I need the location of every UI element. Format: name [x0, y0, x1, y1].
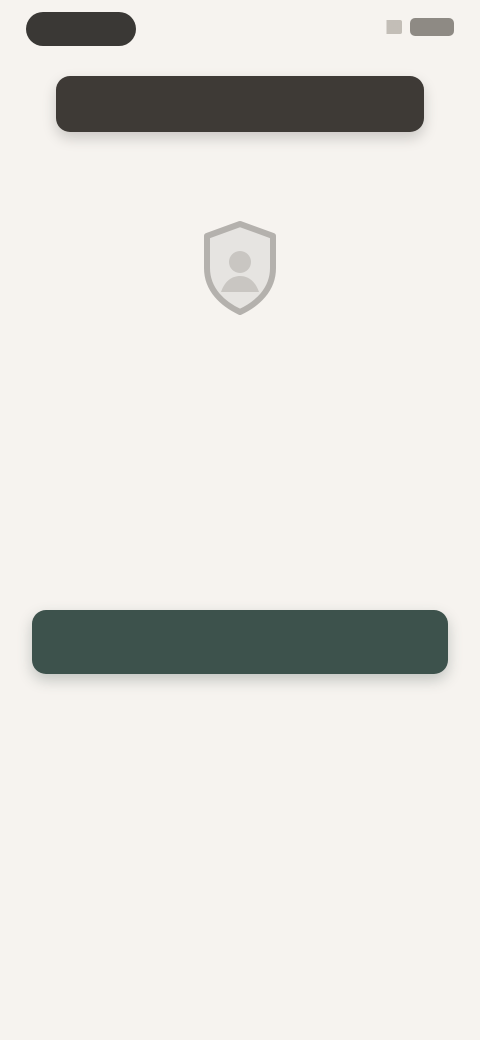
status-icons: [380, 18, 454, 36]
dynamic-island: [26, 12, 136, 46]
signal-icon: [380, 20, 402, 34]
secondary-button[interactable]: [140, 708, 340, 752]
onboarding-screen: [0, 0, 480, 1040]
primary-button[interactable]: [32, 610, 448, 674]
battery-icon: [410, 18, 454, 36]
status-bar: [0, 0, 480, 56]
shield-user-icon: [190, 218, 290, 318]
top-banner[interactable]: [56, 76, 424, 132]
tertiary-link[interactable]: [190, 800, 290, 832]
